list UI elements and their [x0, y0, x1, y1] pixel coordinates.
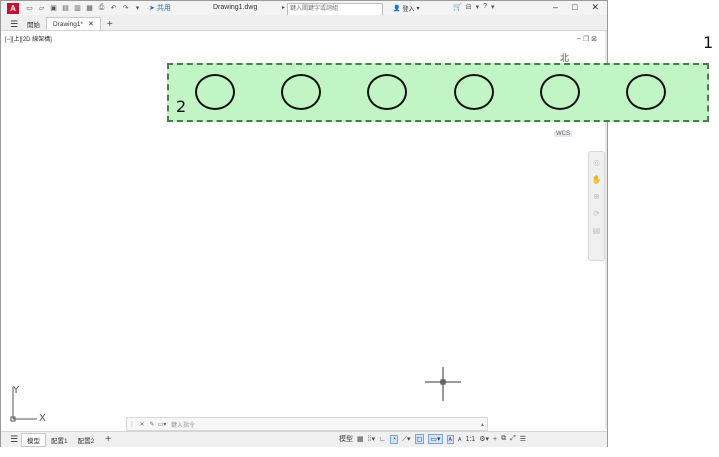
maximize-icon[interactable]: □ — [572, 2, 577, 13]
ucs-y-label: Y — [12, 385, 20, 396]
ucs-x-label: X — [39, 413, 46, 424]
command-input[interactable]: 鍵入指令 — [171, 420, 195, 429]
circle-shape — [540, 74, 580, 110]
circle-shape — [367, 74, 407, 110]
close-tab-icon[interactable]: ✕ — [88, 20, 94, 28]
document-title: Drawing1.dwg — [213, 4, 258, 11]
new-layout-icon[interactable]: + — [105, 434, 111, 446]
tab-label: 開始 — [27, 22, 40, 29]
highlight-box — [167, 63, 709, 122]
login-button[interactable]: 👤 登入 ▾ — [393, 4, 420, 13]
zoom-icon[interactable]: ⊕ — [593, 192, 600, 201]
title-tools: 🛒 ⊟ ▾ ? ▾ — [453, 3, 495, 11]
circle-shape — [454, 74, 494, 110]
fullscreen-icon[interactable]: ⤢ — [510, 435, 516, 443]
layout-menu-icon[interactable]: ☰ — [7, 434, 21, 446]
status-tools: 模型 ▦ ⁞⁞▾ ∟ ◔ ⟋▾ ◻ ▭▾ ᴀ ᴀ 1:1 ⚙▾ + ⧉ ⤢ ☰ — [339, 434, 526, 444]
tab-layout2[interactable]: 配置2 — [73, 434, 100, 446]
annotation-label-2: 2 — [176, 97, 187, 116]
save-as-icon[interactable]: ▤ — [61, 4, 70, 13]
quick-access-toolbar: ▭ ▱ ▣ ▤ ▥ ▦ ⎙ ↶ ↷ ▾ ➤ 共用 — [25, 3, 171, 13]
viewport-controls-label[interactable]: [−][上][2D 線架構] — [5, 34, 52, 43]
status-bar: ☰ 模型 配置1 配置2 + 模型 ▦ ⁞⁞▾ ∟ ◔ ⟋▾ ◻ ▭▾ ᴀ ᴀ … — [1, 431, 607, 447]
add-icon[interactable]: + — [493, 436, 497, 443]
share-label: 共用 — [156, 5, 171, 12]
circle-shape — [195, 74, 235, 110]
viewport-restore-icon[interactable]: ❐ — [583, 35, 589, 43]
help-dropdown-icon[interactable]: ▾ — [491, 3, 495, 11]
new-tab-icon[interactable]: + — [107, 18, 113, 30]
command-line: ⋮ ✕ ✎ ▭▾ 鍵入指令 ▴ — [126, 417, 488, 431]
open-file-icon[interactable]: ▱ — [37, 4, 46, 13]
tab-label: 模型 — [27, 437, 40, 445]
new-file-icon[interactable]: ▭ — [25, 4, 34, 13]
model-space-button[interactable]: 模型 — [339, 434, 353, 444]
tab-label: 配置2 — [77, 437, 95, 445]
close-command-line-icon[interactable]: ✕ — [137, 421, 147, 428]
snap-icon[interactable]: ⁞⁞▾ — [368, 435, 375, 443]
viewport-close-icon[interactable]: ⊠ — [591, 35, 597, 43]
user-icon: 👤 — [393, 6, 401, 12]
tab-layout1[interactable]: 配置1 — [46, 434, 73, 446]
command-line-grip-icon[interactable]: ⋮ — [127, 421, 137, 428]
search-arrow-icon: ▸ — [282, 5, 286, 11]
tab-model[interactable]: 模型 — [21, 432, 46, 447]
undo-icon[interactable]: ↶ — [109, 4, 118, 13]
close-icon[interactable]: ✕ — [591, 2, 599, 13]
save-icon[interactable]: ▣ — [49, 4, 58, 13]
share-button[interactable]: ➤ 共用 — [149, 3, 171, 13]
navigation-bar: ◎ ✋ ⊕ ⟳ ▤ — [588, 151, 605, 261]
auto-scale-icon[interactable]: ᴀ — [458, 436, 461, 443]
crosshair-cursor — [425, 367, 461, 403]
cart-icon[interactable]: 🛒 — [453, 3, 462, 11]
viewport-window-controls: – ❐ ⊠ — [577, 35, 597, 43]
title-bar: A ▭ ▱ ▣ ▤ ▥ ▦ ⎙ ↶ ↷ ▾ ➤ 共用 Drawing1.dwg … — [1, 1, 607, 16]
tab-label: Drawing1* — [53, 20, 83, 28]
app-menu-button[interactable]: A — [7, 2, 19, 14]
grid-icon[interactable]: ▦ — [357, 435, 364, 443]
pan-icon[interactable]: ✋ — [592, 175, 602, 184]
steering-wheel-icon[interactable]: ◎ — [593, 158, 600, 167]
command-expand-icon[interactable]: ▴ — [481, 421, 484, 428]
window-controls: – □ ✕ — [553, 2, 599, 13]
osnap-icon[interactable]: ◻ — [414, 434, 425, 444]
tab-label: 配置1 — [51, 437, 68, 445]
settings-icon[interactable]: ⚙▾ — [479, 435, 489, 443]
orbit-icon[interactable]: ⟳ — [593, 209, 600, 218]
customize-dropdown-icon[interactable]: ▾ — [133, 4, 142, 13]
redo-icon[interactable]: ↷ — [121, 4, 130, 13]
hamburger-menu-icon[interactable]: ☰ — [7, 18, 21, 30]
login-label: 登入 — [402, 7, 415, 13]
isolate-objects-icon[interactable]: ⧉ — [501, 435, 506, 443]
isodraft-icon[interactable]: ⟋▾ — [402, 435, 410, 444]
wcs-menu[interactable]: WCS — [554, 131, 572, 137]
file-tabs: ☰ 開始 Drawing1* ✕ + — [1, 15, 607, 31]
annotation-visibility-icon[interactable]: ᴀ — [446, 434, 454, 444]
recent-commands-icon[interactable]: ▭▾ — [157, 421, 167, 428]
tab-drawing1[interactable]: Drawing1* ✕ — [46, 17, 101, 30]
minimize-icon[interactable]: – — [553, 2, 558, 13]
circle-shape — [626, 74, 666, 110]
send-icon: ➤ — [149, 5, 155, 12]
ortho-icon[interactable]: ∟ — [379, 436, 386, 443]
autodesk-app-icon[interactable]: ⊟ — [466, 3, 472, 11]
object-tracking-icon[interactable]: ▭▾ — [428, 434, 443, 444]
chevron-down-icon: ▾ — [416, 6, 420, 12]
polar-icon[interactable]: ◔ — [389, 434, 399, 444]
sign-in-dropdown-icon[interactable]: ▾ — [476, 3, 480, 11]
tab-start[interactable]: 開始 — [21, 18, 46, 30]
export-icon[interactable]: ▦ — [85, 4, 94, 13]
publish-icon[interactable]: ▥ — [73, 4, 82, 13]
customize-command-icon[interactable]: ✎ — [147, 421, 157, 428]
circle-shape — [281, 74, 321, 110]
viewport-minimize-icon[interactable]: – — [577, 35, 581, 43]
app-logo-letter: A — [10, 3, 16, 13]
customization-menu-icon[interactable]: ☰ — [520, 435, 526, 443]
annotation-label-1: 1 — [703, 33, 714, 52]
ucs-icon: X Y — [9, 385, 53, 427]
showmotion-icon[interactable]: ▤ — [593, 226, 601, 235]
help-icon[interactable]: ? — [483, 3, 487, 11]
plot-icon[interactable]: ⎙ — [97, 4, 106, 13]
annotation-scale[interactable]: 1:1 — [465, 436, 475, 443]
